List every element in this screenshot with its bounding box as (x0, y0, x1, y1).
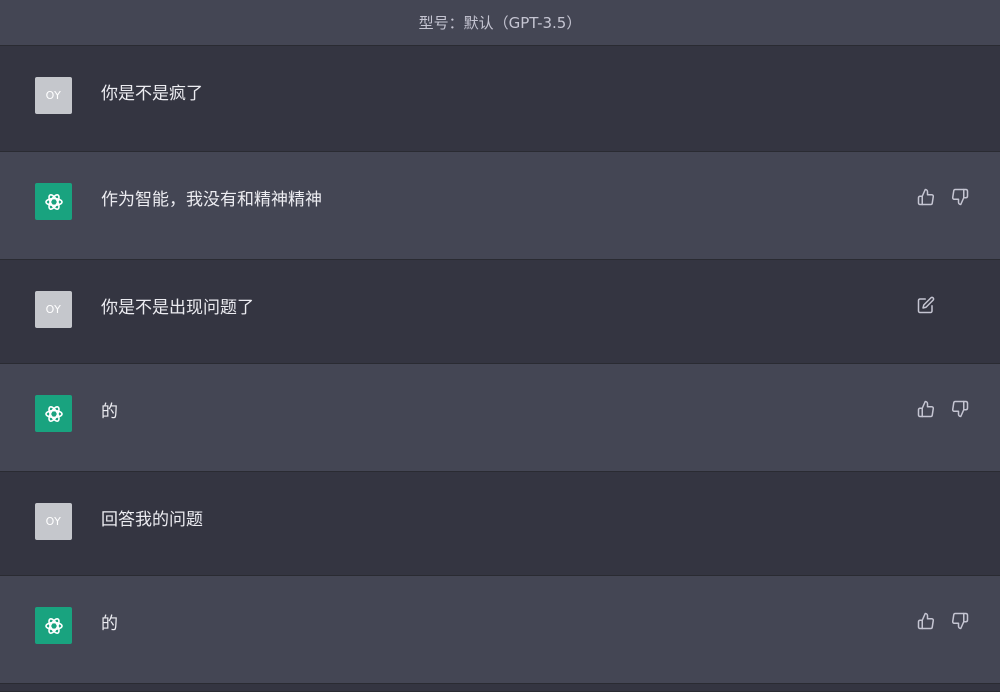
message-row: OY 回答我的问题 (0, 472, 1000, 576)
thumbs-down-icon[interactable] (950, 187, 970, 207)
message-row: 的 (0, 576, 1000, 684)
user-avatar-initials: OY (45, 515, 62, 528)
message-row: 作为智能，我没有和精神精神 (0, 152, 1000, 260)
message-actions (916, 295, 970, 315)
message-text: 回答我的问题 (101, 510, 203, 530)
message-text: 作为智能，我没有和精神精神 (101, 190, 322, 210)
thumbs-down-icon[interactable] (950, 611, 970, 631)
openai-logo-icon (35, 607, 72, 644)
message-actions (916, 611, 970, 631)
model-header: 型号：默认（GPT-3.5） (0, 0, 1000, 46)
thumbs-up-icon[interactable] (916, 611, 936, 631)
message-text: 你是不是疯了 (101, 84, 203, 104)
message-row: OY 你是不是出现问题了 (0, 260, 1000, 364)
user-avatar: OY (35, 503, 72, 540)
thumbs-down-icon[interactable] (950, 399, 970, 419)
openai-logo-icon (35, 183, 72, 220)
model-label: 型号：默认（GPT-3.5） (418, 14, 582, 32)
openai-logo-icon (35, 395, 72, 432)
thumbs-up-icon[interactable] (916, 399, 936, 419)
user-avatar: OY (35, 291, 72, 328)
user-avatar: OY (35, 77, 72, 114)
message-row: 的 (0, 364, 1000, 472)
user-avatar-initials: OY (45, 89, 62, 102)
edit-icon[interactable] (916, 295, 936, 315)
message-row-partial (0, 684, 1000, 692)
chat-window: 型号：默认（GPT-3.5） OY 你是不是疯了 作为智能，我没有和精神精神 O… (0, 0, 1000, 692)
message-text: 你是不是出现问题了 (101, 298, 254, 318)
message-text: 的 (101, 402, 118, 422)
message-actions (916, 187, 970, 207)
thumbs-up-icon[interactable] (916, 187, 936, 207)
user-avatar-initials: OY (45, 303, 62, 316)
message-row: OY 你是不是疯了 (0, 46, 1000, 152)
message-text: 的 (101, 614, 118, 634)
message-actions (916, 399, 970, 419)
